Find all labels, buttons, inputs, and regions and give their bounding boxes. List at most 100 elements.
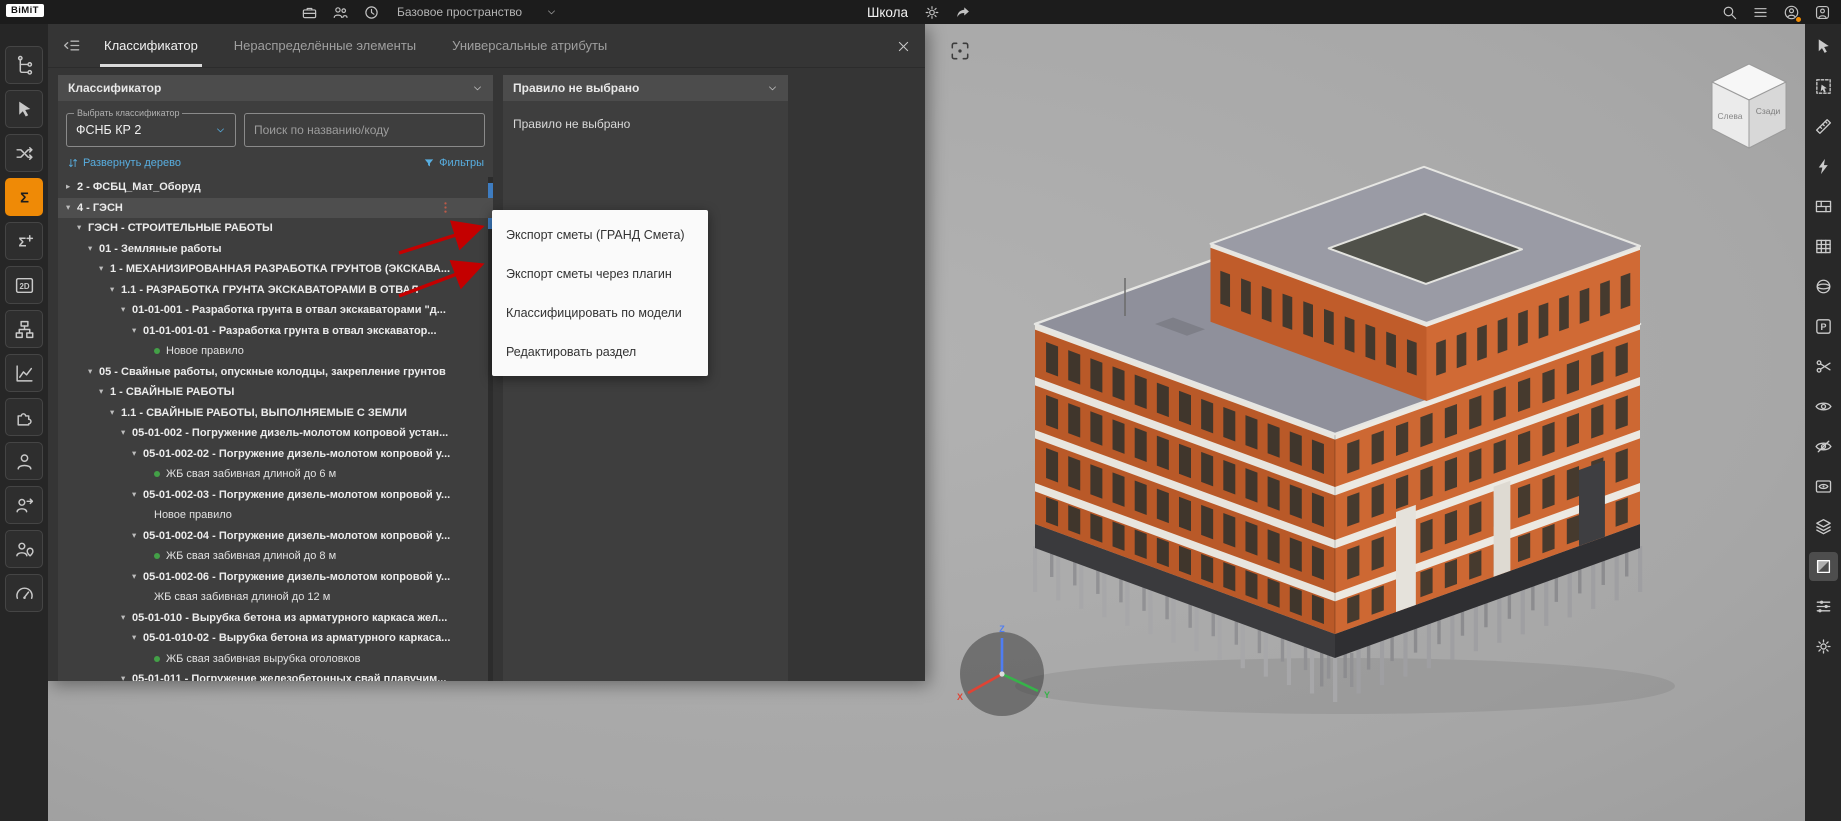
tree-item[interactable]: ▾ 1 - МЕХАНИЗИРОВАННАЯ РАЗРАБОТКА ГРУНТОВ… — [58, 259, 493, 280]
org-chart-icon[interactable] — [5, 310, 43, 348]
relations-icon[interactable] — [5, 134, 43, 172]
layers-icon[interactable] — [1809, 512, 1838, 541]
tree-item[interactable]: Новое правило — [58, 505, 493, 526]
tree-item[interactable]: ▾ 05-01-002-03 - Погружение дизель-молото… — [58, 485, 493, 506]
tree-caret-icon[interactable]: ▾ — [66, 203, 77, 213]
context-menu-item[interactable]: Классифицировать по модели — [492, 293, 708, 332]
tree-item[interactable]: ▾ 01-01-001 - Разработка грунта в отвал э… — [58, 300, 493, 321]
tree-item[interactable]: ▾ 4 - ГЭСН — [58, 197, 493, 218]
tree-caret-icon[interactable]: ▾ — [99, 387, 110, 397]
tree-item[interactable]: ЖБ свая забивная вырубка оголовков — [58, 649, 493, 670]
tree-item[interactable]: ▸ 2 - ФСБЦ_Мат_Оборуд — [58, 177, 493, 198]
measure-ruler-icon[interactable] — [1809, 112, 1838, 141]
tree-item[interactable]: ЖБ свая забивная длиной до 12 м — [58, 587, 493, 608]
tree-caret-icon[interactable]: ▾ — [132, 572, 143, 582]
select-tool-icon[interactable] — [1809, 32, 1838, 61]
panel-menu-button[interactable] — [58, 24, 84, 67]
team-icon[interactable] — [329, 1, 351, 23]
tree-item[interactable]: ЖБ свая забивная длиной до 6 м — [58, 464, 493, 485]
tree-caret-icon[interactable]: ▾ — [88, 244, 99, 254]
tree-caret-icon[interactable]: ▾ — [132, 490, 143, 500]
tree-caret-icon[interactable]: ▾ — [121, 674, 132, 681]
tree-item[interactable]: ▾ 05 - Свайные работы, опускные колодцы, … — [58, 362, 493, 383]
section-cut-icon[interactable] — [1809, 352, 1838, 381]
display-settings-icon[interactable] — [1809, 592, 1838, 621]
charts-icon[interactable] — [5, 354, 43, 392]
user-circle-icon[interactable] — [1780, 1, 1802, 23]
rule-section-header[interactable]: Правило не выбрано — [503, 75, 788, 101]
tree-caret-icon[interactable]: ▾ — [121, 305, 132, 315]
tree-item[interactable]: ▾ 01 - Земляные работы — [58, 239, 493, 260]
classifier-section-header[interactable]: Классификатор — [58, 75, 493, 101]
context-menu-item[interactable]: Экспорт сметы через плагин — [492, 254, 708, 293]
section-box-icon[interactable] — [1808, 552, 1838, 581]
tree-item[interactable]: ▾ 05-01-011 - Погружение железобетонных с… — [58, 669, 493, 681]
share-icon[interactable] — [952, 1, 974, 23]
isolate-view-icon[interactable] — [1809, 472, 1838, 501]
view-settings-icon[interactable] — [1809, 632, 1838, 661]
workspace-selector[interactable]: Базовое пространство — [397, 0, 557, 24]
expand-tree-link[interactable]: Развернуть дерево — [67, 157, 181, 169]
tree-item[interactable]: ▾ 05-01-010 - Вырубка бетона из арматурно… — [58, 608, 493, 629]
tree-item[interactable]: ЖБ свая забивная длиной до 8 м — [58, 546, 493, 567]
tree-caret-icon[interactable]: ▾ — [132, 633, 143, 643]
tree-item-menu-icon[interactable] — [438, 200, 453, 215]
tree-item[interactable]: Новое правило — [58, 341, 493, 362]
tree-caret-icon[interactable]: ▸ — [66, 182, 77, 192]
quick-actions-icon[interactable] — [1809, 152, 1838, 181]
select-tool-icon[interactable] — [5, 90, 43, 128]
tree-caret-icon[interactable]: ▾ — [110, 285, 121, 295]
estimates-sigma-icon[interactable] — [5, 178, 43, 216]
tree-item[interactable]: ▾ 05-01-002-04 - Погружение дизель-молото… — [58, 526, 493, 547]
model-tree-icon[interactable] — [5, 46, 43, 84]
filters-link[interactable]: Фильтры — [423, 157, 484, 169]
plan-view-icon[interactable] — [1809, 312, 1838, 341]
tree-item[interactable]: ▾ 1.1 - СВАЙНЫЕ РАБОТЫ, ВЫПОЛНЯЕМЫЕ С ЗЕМ… — [58, 403, 493, 424]
tree-item[interactable]: ▾ 1 - СВАЙНЫЕ РАБОТЫ — [58, 382, 493, 403]
user-icon[interactable] — [5, 442, 43, 480]
tree-caret-icon[interactable]: ▾ — [132, 449, 143, 459]
app-logo[interactable]: BiMiT — [6, 4, 44, 17]
tree-caret-icon[interactable]: ▾ — [77, 223, 88, 233]
axis-gizmo[interactable]: Z X Y — [945, 616, 1065, 736]
tree-item[interactable]: ▾ 05-01-002-06 - Погружение дизель-молото… — [58, 567, 493, 588]
tree-item[interactable]: ▾ 1.1 - РАЗРАБОТКА ГРУНТА ЭКСКАВАТОРАМИ В… — [58, 280, 493, 301]
region-select-icon[interactable] — [1809, 72, 1838, 101]
settings-gear-icon[interactable] — [921, 1, 943, 23]
structure-walls-icon[interactable] — [1809, 192, 1838, 221]
plugins-puzzle-icon[interactable] — [5, 398, 43, 436]
hide-elements-icon[interactable] — [1809, 432, 1838, 461]
tree-caret-icon[interactable]: ▾ — [132, 531, 143, 541]
tab-1[interactable]: Классификатор — [86, 24, 216, 67]
tree-item[interactable]: ▾ 05-01-010-02 - Вырубка бетона из армату… — [58, 628, 493, 649]
user-export-icon[interactable] — [5, 486, 43, 524]
visibility-eye-icon[interactable] — [1809, 392, 1838, 421]
search-box[interactable] — [244, 113, 485, 147]
navigation-cube[interactable]: Слева Сзади — [1688, 48, 1813, 163]
search-icon[interactable] — [1718, 1, 1740, 23]
tab-2[interactable]: Нераспределённые элементы — [216, 24, 434, 67]
tree-caret-icon[interactable]: ▾ — [121, 613, 132, 623]
tree-item[interactable]: ▾ 05-01-002 - Погружение дизель-молотом к… — [58, 423, 493, 444]
grid-table-icon[interactable] — [1809, 232, 1838, 261]
context-menu-item[interactable]: Редактировать раздел — [492, 332, 708, 371]
tab-3[interactable]: Универсальные атрибуты — [434, 24, 625, 67]
tree-caret-icon[interactable]: ▾ — [110, 408, 121, 418]
profile-avatar-icon[interactable] — [1811, 1, 1833, 23]
tree-item[interactable]: ▾ ГЭСН - СТРОИТЕЛЬНЫЕ РАБОТЫ — [58, 218, 493, 239]
user-location-icon[interactable] — [5, 530, 43, 568]
tree-caret-icon[interactable]: ▾ — [132, 326, 143, 336]
dashboard-gauge-icon[interactable] — [5, 574, 43, 612]
close-panel-button[interactable] — [891, 34, 915, 58]
view-2d-icon[interactable] — [5, 266, 43, 304]
menu-list-icon[interactable] — [1749, 1, 1771, 23]
estimates-add-icon[interactable] — [5, 222, 43, 260]
tree-caret-icon[interactable]: ▾ — [88, 367, 99, 377]
search-input[interactable] — [254, 123, 475, 137]
orbit-sphere-icon[interactable] — [1809, 272, 1838, 301]
tree-caret-icon[interactable]: ▾ — [99, 264, 110, 274]
tree-item[interactable]: ▾ 05-01-002-02 - Погружение дизель-молото… — [58, 444, 493, 465]
projects-toolbox-icon[interactable] — [298, 1, 320, 23]
classifier-select[interactable]: Выбрать классификатор ФСНБ КР 2 — [66, 108, 236, 147]
focus-model-button[interactable] — [947, 38, 973, 64]
